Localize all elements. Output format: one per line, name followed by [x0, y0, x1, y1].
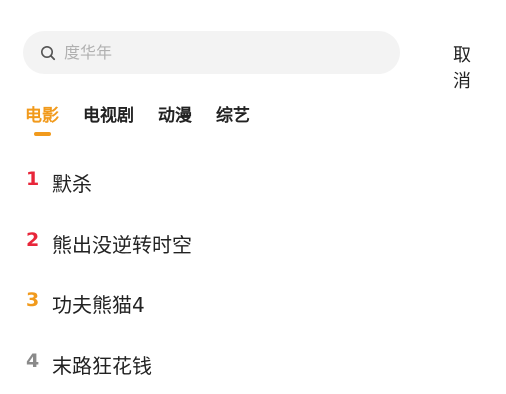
tab-movie-label: 电影 — [25, 106, 59, 126]
search-bar: 取消 — [23, 31, 483, 92]
tab-anime-label: 动漫 — [158, 106, 192, 126]
rank-title: 末路狂花钱 — [52, 353, 152, 378]
rank-title: 功夫熊猫4 — [52, 293, 145, 317]
rank-number: 2 — [26, 228, 40, 251]
cancel-button[interactable]: 取消 — [453, 41, 483, 93]
tab-variety-label: 综艺 — [216, 106, 250, 126]
list-item[interactable]: 2 熊出没逆转时空 — [26, 229, 192, 290]
list-item[interactable]: 3 功夫熊猫4 — [26, 289, 192, 350]
tab-tv-series-label: 电视剧 — [83, 106, 134, 126]
rank-title: 默杀 — [52, 172, 92, 196]
search-icon — [40, 45, 56, 61]
hot-search-list: 1 默杀 2 熊出没逆转时空 3 功夫熊猫4 4 末路狂花钱 — [26, 168, 192, 394]
tab-tv-series[interactable]: 电视剧 — [83, 101, 134, 126]
rank-number: 3 — [26, 289, 40, 311]
list-item[interactable]: 1 默杀 — [26, 168, 192, 229]
tab-movie[interactable]: 电影 — [25, 101, 59, 136]
tab-variety[interactable]: 综艺 — [216, 101, 250, 126]
search-page: 取消 电影 电视剧 动漫 综艺 1 默杀 2 熊出没逆转时空 3 功夫熊猫4 — [0, 0, 506, 394]
rank-title: 熊出没逆转时空 — [52, 232, 192, 257]
search-box[interactable] — [23, 31, 400, 74]
rank-number: 1 — [26, 168, 40, 190]
category-tabs: 电影 电视剧 动漫 综艺 — [25, 101, 274, 136]
tab-anime[interactable]: 动漫 — [158, 101, 192, 126]
rank-number: 4 — [26, 349, 40, 372]
tab-active-indicator — [34, 132, 51, 136]
search-input[interactable] — [62, 42, 366, 63]
list-item[interactable]: 4 末路狂花钱 — [26, 350, 192, 394]
